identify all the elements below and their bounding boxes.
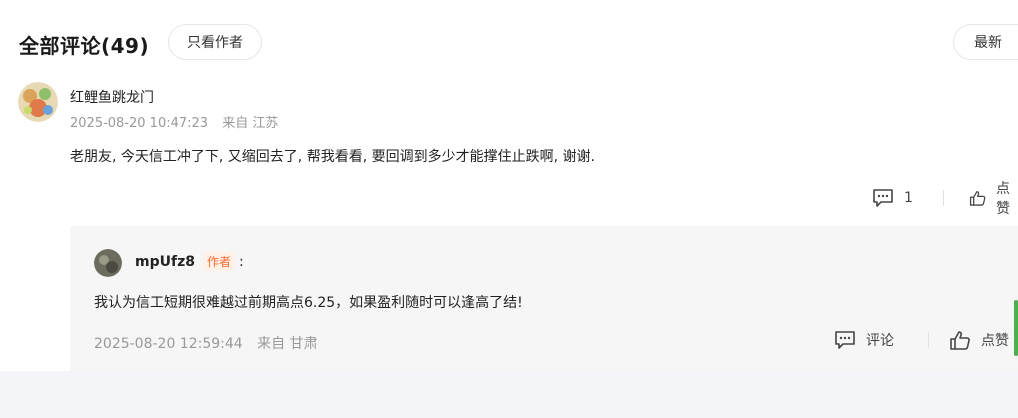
reply-colon: : — [238, 253, 244, 270]
reply-username[interactable]: mpUfz8 — [135, 254, 195, 270]
page-title: 全部评论(49) — [19, 34, 150, 58]
comment-content: 老朋友, 今天信工冲了下, 又缩回去了, 帮我看看, 要回调到多少才能撑住止跌啊… — [70, 149, 595, 165]
author-only-button[interactable]: 只看作者 — [168, 24, 262, 60]
sort-latest-button[interactable]: 最新 — [953, 24, 1018, 60]
reply-actions: 评论 点赞 — [834, 330, 1009, 350]
reply-location: 来自 甘肃 — [257, 336, 318, 352]
reply-button[interactable]: 1 — [872, 188, 913, 208]
scroll-indicator[interactable] — [1014, 300, 1018, 356]
avatar[interactable] — [18, 82, 58, 122]
reply-count: 1 — [904, 190, 913, 206]
action-divider — [928, 332, 929, 348]
action-divider — [942, 190, 944, 206]
reply-comment-label: 评论 — [866, 333, 894, 349]
reply-timestamp: 2025-08-20 12:59:44 — [94, 336, 243, 352]
footer-band — [0, 371, 1018, 418]
reply-user-line: mpUfz8 作者 : — [135, 252, 244, 271]
reply-like-label: 点赞 — [981, 333, 1009, 349]
reply-avatar[interactable] — [94, 249, 122, 277]
comment-actions: 1 点赞 — [872, 178, 1018, 218]
like-button[interactable]: 点赞 — [969, 178, 1018, 218]
thumbs-up-icon — [950, 331, 970, 350]
reply-content: 我认为信工短期很难越过前期高点6.25，如果盈利随时可以逢高了结! — [94, 295, 523, 311]
reply-item: mpUfz8 作者 : 我认为信工短期很难越过前期高点6.25，如果盈利随时可以… — [70, 226, 1018, 371]
comment-username[interactable]: 红鲤鱼跳龙门 — [70, 87, 154, 107]
comments-header: 全部评论(49) 只看作者 最新 — [0, 0, 1018, 80]
thumbs-up-icon — [969, 191, 986, 206]
reply-comment-button[interactable]: 评论 — [834, 330, 894, 350]
like-label: 点赞 — [996, 181, 1011, 217]
reply-meta: 2025-08-20 12:59:44 来自 甘肃 — [94, 333, 328, 353]
comment-icon — [873, 189, 893, 207]
comment-timestamp: 2025-08-20 10:47:23 — [70, 116, 209, 131]
reply-like-button[interactable]: 点赞 — [949, 330, 1009, 350]
comment-meta: 2025-08-20 10:47:23 来自 江苏 — [70, 112, 288, 131]
comment-icon — [835, 331, 855, 349]
comment-location: 来自 江苏 — [222, 116, 279, 131]
author-badge: 作者 — [202, 252, 235, 271]
